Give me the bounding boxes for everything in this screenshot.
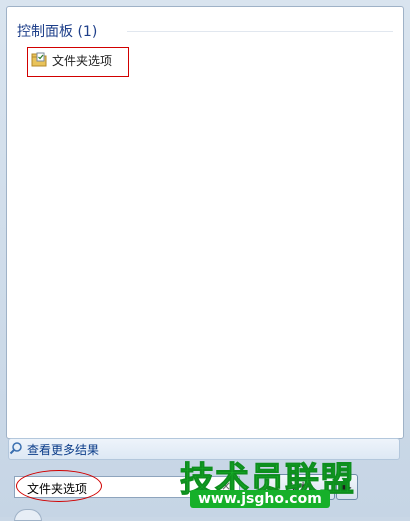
see-more-label: 查看更多结果 — [27, 442, 100, 457]
see-more-results-link[interactable]: 查看更多结果 — [8, 438, 400, 460]
group-header-control-panel: 控制面板 (1) — [17, 24, 98, 40]
shutdown-button[interactable]: 关机 — [265, 474, 335, 500]
chevron-right-icon: ▶ — [342, 480, 352, 494]
search-results-pane: 控制面板 (1) 文件夹选项 — [6, 6, 404, 439]
clear-search-icon[interactable]: × — [221, 479, 231, 493]
annotation-ellipse — [16, 470, 102, 502]
shutdown-options-button[interactable]: ▶ — [336, 474, 358, 500]
start-menu-frame: 控制面板 (1) 文件夹选项 查看更多结果 × — [0, 0, 410, 521]
annotation-rectangle — [27, 47, 129, 77]
group-divider — [127, 31, 393, 32]
magnifier-icon — [9, 441, 23, 458]
shutdown-label: 关机 — [287, 480, 312, 495]
